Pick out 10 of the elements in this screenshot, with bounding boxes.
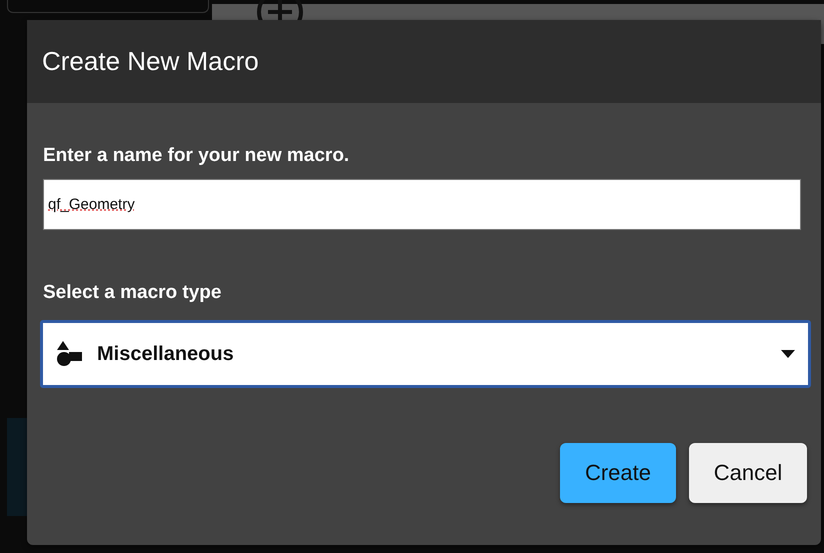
type-label: Select a macro type [43,282,222,304]
dropdown-value: Miscellaneous [97,342,235,366]
name-field[interactable]: qf_Geometry [43,179,801,230]
dialog-title: Create New Macro [42,46,259,77]
name-label: Enter a name for your new macro. [43,145,350,167]
cancel-button[interactable]: Cancel [689,443,807,503]
type-dropdown[interactable]: Miscellaneous [40,320,811,388]
create-button[interactable]: Create [560,443,676,503]
caret-icon [781,350,795,358]
shapes-icon [56,341,82,367]
